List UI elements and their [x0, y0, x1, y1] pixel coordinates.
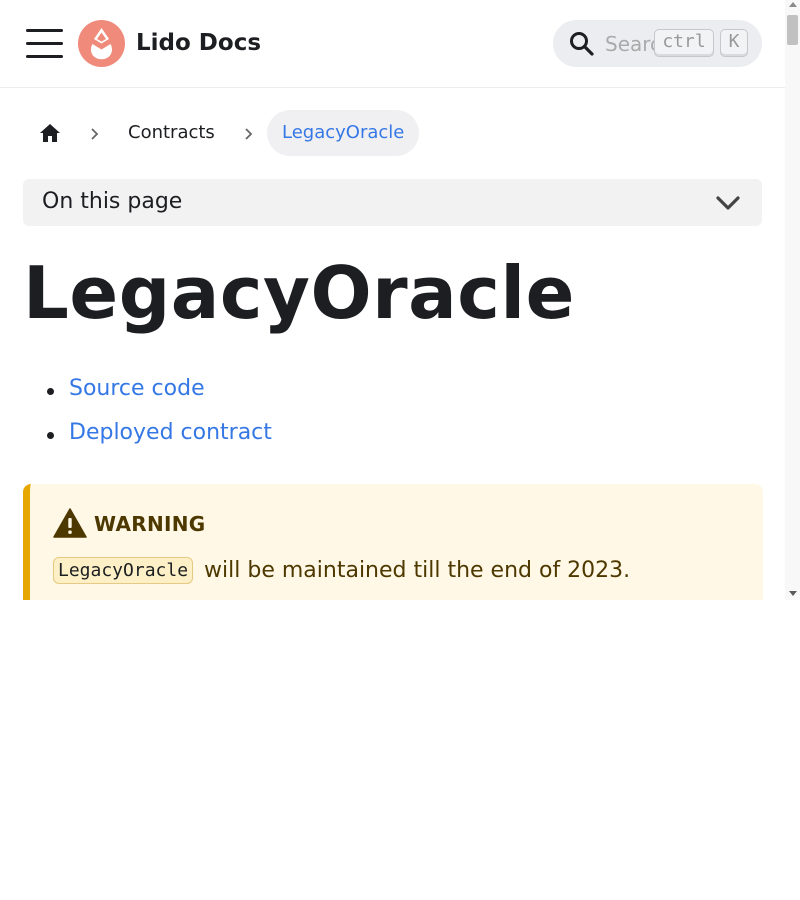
scroll-up-icon[interactable]	[789, 2, 797, 7]
scroll-down-icon[interactable]	[789, 591, 797, 596]
bullet	[47, 432, 54, 439]
warning-title: WARNING	[94, 512, 206, 536]
breadcrumb-item-contracts[interactable]: Contracts	[128, 122, 215, 143]
toc-collapsible[interactable]: On this page	[23, 179, 762, 226]
menu-icon[interactable]	[26, 28, 63, 59]
bullet	[47, 388, 54, 395]
inline-code: LegacyOracle	[53, 557, 194, 584]
chevron-right-icon	[88, 126, 102, 140]
chevron-right-icon	[242, 126, 256, 140]
brand-title[interactable]: Lido Docs	[136, 28, 261, 58]
search-box[interactable]: ctrl K	[553, 20, 762, 67]
search-input[interactable]	[605, 30, 655, 58]
page-title: LegacyOracle	[23, 251, 575, 335]
chevron-down-icon	[715, 191, 741, 215]
scrollbar[interactable]	[785, 0, 800, 600]
search-icon	[569, 31, 595, 57]
kbd-k: K	[720, 29, 748, 57]
viewport: Lido Docs ctrl K Contracts LegacyO	[0, 0, 800, 600]
toc-label: On this page	[42, 189, 183, 214]
kbd-ctrl: ctrl	[654, 29, 714, 57]
navbar: Lido Docs ctrl K	[0, 0, 785, 88]
warning-text: LegacyOracle will be maintained till the…	[53, 557, 630, 584]
source-code-link[interactable]: Source code	[69, 376, 205, 401]
deployed-contract-link[interactable]: Deployed contract	[69, 420, 272, 445]
scrollbar-thumb[interactable]	[787, 15, 798, 45]
warning-admonition: WARNING LegacyOracle will be maintained …	[23, 484, 763, 600]
home-icon[interactable]	[38, 121, 62, 145]
lido-logo-icon[interactable]	[78, 20, 125, 67]
breadcrumb-item-current[interactable]: LegacyOracle	[267, 110, 420, 156]
warning-message: will be maintained till the end of 2023.	[204, 558, 631, 583]
warning-icon	[53, 508, 87, 538]
